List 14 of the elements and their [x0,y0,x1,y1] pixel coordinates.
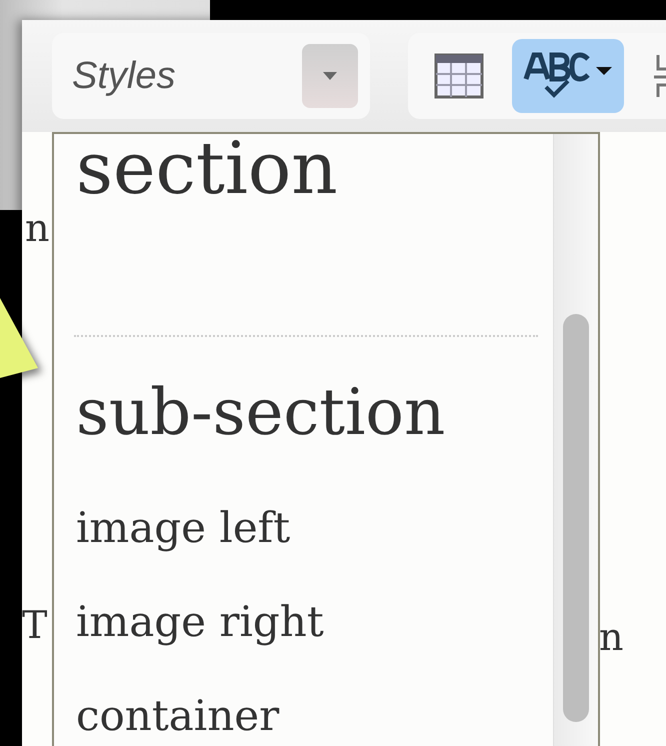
style-option[interactable]: sub-section [76,373,538,453]
spellcheck-button[interactable] [512,39,624,113]
editor-text: T [22,603,48,647]
scrollbar-thumb[interactable] [563,314,589,722]
style-option[interactable]: image right [76,597,538,647]
style-option[interactable]: image left [76,503,538,553]
style-option[interactable]: container [76,691,538,741]
styles-label: Styles [72,54,176,98]
styles-combo[interactable]: Styles [52,33,370,119]
style-option[interactable]: section [76,134,538,208]
table-icon [434,53,484,99]
caret-icon [322,71,338,81]
editor-text: n [599,615,624,659]
editor-text: n [25,206,50,250]
